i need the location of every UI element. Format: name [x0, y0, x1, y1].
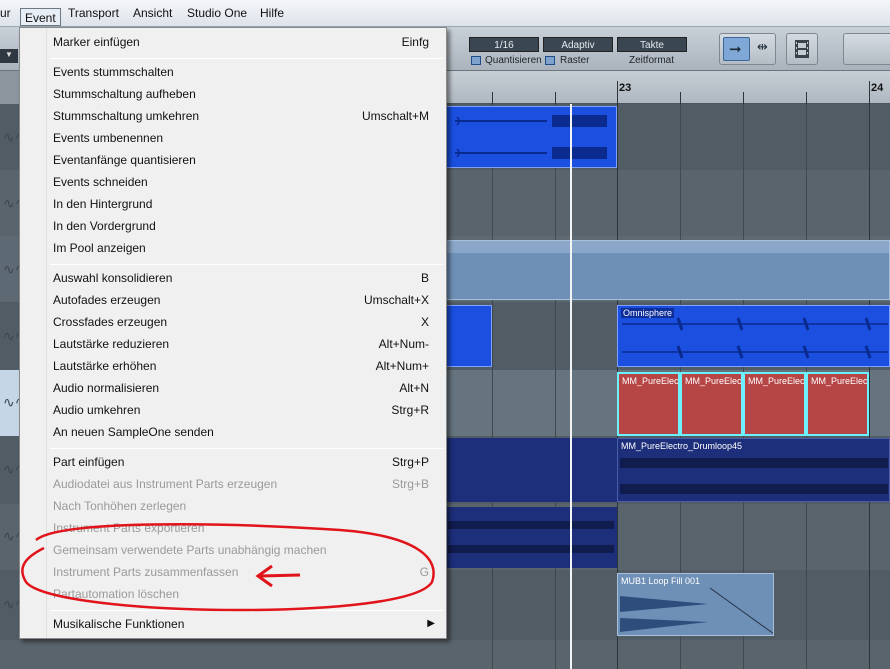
red-annotation: [21, 523, 435, 612]
annotation-ellipse: [21, 523, 435, 612]
annotation-arrow-icon: [255, 564, 301, 588]
